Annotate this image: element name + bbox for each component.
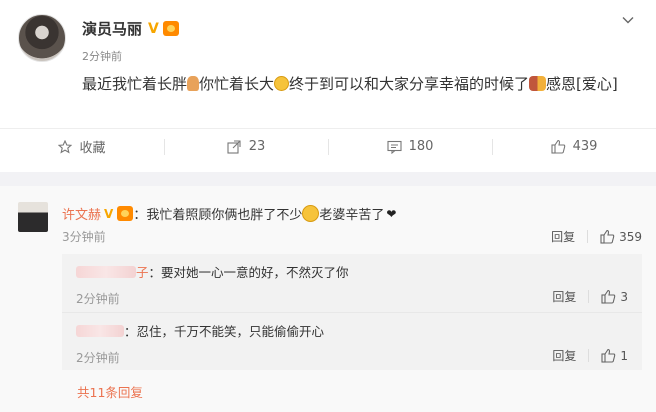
post-text: 最近我忙着长胖 你忙着长大 终于到可以和大家分享幸福的时候了 感恩[爱心] xyxy=(82,75,618,93)
comment-time: 3分钟前 xyxy=(62,230,106,244)
reply-button[interactable]: 回复 xyxy=(552,288,576,305)
comment-like-count: 359 xyxy=(619,229,642,244)
sub-reply-actions: 回复 1 xyxy=(552,347,628,364)
medal-icon xyxy=(117,206,134,221)
blurred-username xyxy=(76,265,136,278)
repost-count: 23 xyxy=(248,139,266,154)
sub-reply-text: ：忍住，千万不能笑，只能偷偷开心 xyxy=(76,321,324,340)
heart-icon: ❤ xyxy=(386,206,397,221)
sub-reply-time: 2分钟前 xyxy=(76,292,120,306)
commenter-avatar[interactable] xyxy=(18,202,48,232)
like-count: 439 xyxy=(572,139,598,154)
reply-button[interactable]: 回复 xyxy=(551,228,575,245)
thumbs-up-icon[interactable] xyxy=(601,289,616,304)
divider xyxy=(588,349,590,362)
favorite-label: 收藏 xyxy=(79,141,106,156)
view-more-replies-link[interactable]: 共11条回复 xyxy=(77,382,143,401)
thumbs-up-icon[interactable] xyxy=(601,348,616,363)
verified-v-icon: V xyxy=(148,20,159,37)
sub-reply-like-count: 3 xyxy=(620,289,628,304)
favorite-button[interactable]: 收藏 xyxy=(0,129,164,164)
sub-reply-time: 2分钟前 xyxy=(76,351,120,365)
repost-button[interactable]: 23 xyxy=(164,129,328,164)
weibo-post: 演员马丽 V 2分钟前 最近我忙着长胖 你忙着长大 终于到可以和大家分享幸福的时候了… xyxy=(0,0,656,172)
comment-icon xyxy=(387,140,402,154)
sub-reply-actions: 回复 3 xyxy=(552,288,628,305)
couple-emoji-icon xyxy=(529,76,547,91)
comment-body-a: ：我忙着照顾你俩也胖了不少 xyxy=(133,208,303,223)
commenter-name[interactable]: 许文赫 xyxy=(62,204,101,223)
thumbs-up-icon xyxy=(551,139,565,154)
post-time[interactable]: 2分钟前 xyxy=(82,48,122,64)
blurred-username xyxy=(76,324,124,337)
star-icon xyxy=(58,139,73,154)
medal-icon xyxy=(162,21,179,36)
author-name[interactable]: 演员马丽 xyxy=(82,18,142,39)
divider xyxy=(588,290,590,303)
sub-reply-text: 子 ：要对她一心一意的好，不然灭了你 xyxy=(76,262,349,281)
sub-reply-like-count: 1 xyxy=(620,348,628,363)
comment-count: 180 xyxy=(408,139,434,154)
comment-text: 许文赫 V ：我忙着照顾你俩也胖了不少 老婆辛苦了 ❤ xyxy=(62,204,396,223)
author-row: 演员马丽 V xyxy=(82,18,179,39)
comment-actions: 回复 359 xyxy=(551,228,642,245)
arm-emoji-icon xyxy=(187,76,200,91)
author-avatar[interactable] xyxy=(18,14,66,62)
sub-reply: 子 ：要对她一心一意的好，不然灭了你 2分钟前 回复 3 xyxy=(62,254,642,312)
reply-button[interactable]: 回复 xyxy=(552,347,576,364)
comment-section: 许文赫 V ：我忙着照顾你俩也胖了不少 老婆辛苦了 ❤ 3分钟前 回复 359 … xyxy=(0,186,656,412)
verified-v-icon: V xyxy=(104,206,114,221)
sub-reply-user[interactable]: 子 xyxy=(136,262,149,281)
thumbs-up-icon[interactable] xyxy=(600,229,615,244)
divider xyxy=(587,230,589,243)
chevron-down-icon[interactable] xyxy=(622,14,634,26)
comment-body-b: 老婆辛苦了 xyxy=(319,208,385,223)
post-action-bar: 收藏 23 180 439 xyxy=(0,128,656,164)
shy-emoji-icon xyxy=(302,205,320,222)
like-button[interactable]: 439 xyxy=(492,129,656,164)
section-divider xyxy=(0,172,656,186)
smile-emoji-icon xyxy=(274,76,290,91)
repost-icon xyxy=(227,139,241,154)
comment-button[interactable]: 180 xyxy=(328,129,492,164)
sub-reply: ：忍住，千万不能笑，只能偷偷开心 2分钟前 回复 1 xyxy=(62,312,642,370)
